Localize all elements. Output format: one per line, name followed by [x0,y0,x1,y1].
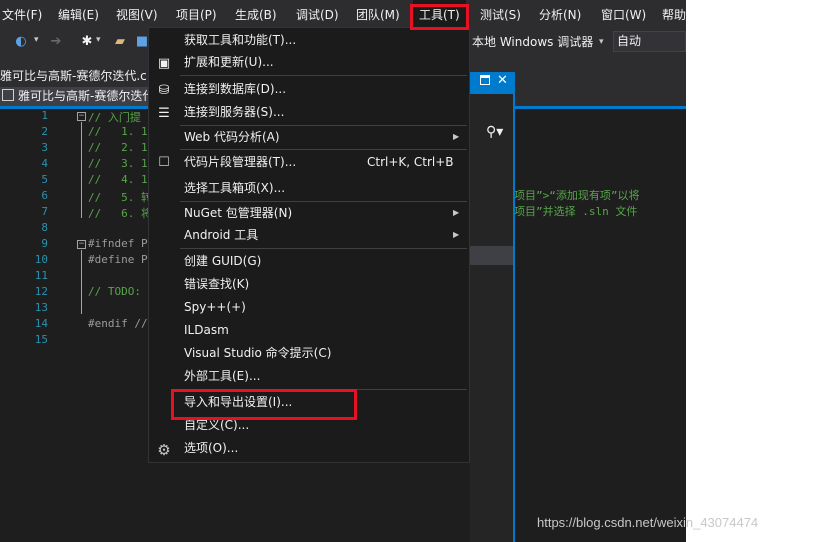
code-line: // 1. 1 [88,125,148,138]
menu-extensions[interactable]: 扩展和更新(U)... [184,51,274,73]
line-number-gutter: 1 2 3 4 5 6 7 8 9 10 11 12 13 14 15 [0,109,52,542]
menu-get-tools[interactable]: 获取工具和功能(T)... [184,29,296,51]
code-comment-continuation: 项目”>“添加现有项”以将 [514,189,640,202]
line-number: 8 [41,221,48,234]
code-line: #ifndef P [88,237,148,250]
line-number: 12 [34,285,48,298]
line-number: 9 [41,237,48,250]
code-line: #endif // [88,317,148,330]
menu-choose-toolbox-items[interactable]: 选择工具箱项(X)... [184,177,285,199]
code-line: // 入门提 [88,111,141,124]
close-icon[interactable]: ✕ [497,73,508,88]
server-connect-icon: ☰ [158,106,170,121]
line-number: 10 [34,253,48,266]
menu-edit[interactable]: 编辑(E) [58,0,99,30]
navigation-bar-label: 雅可比与高斯-赛德尔迭代 [18,89,148,103]
menu-vs-command-prompt[interactable]: Visual Studio 命令提示(C) [184,342,331,364]
maximize-icon[interactable] [480,75,490,85]
navigate-forward-icon[interactable]: ➔ [48,34,64,50]
menu-options[interactable]: 选项(O)... [184,437,238,459]
submenu-arrow-icon: ▶ [453,208,460,217]
line-number: 2 [41,125,48,138]
navigate-back-icon[interactable]: ◐ [13,34,29,50]
import-export-highlight-box [171,389,357,420]
menu-separator [180,75,467,76]
menu-team[interactable]: 团队(M) [356,0,400,30]
menu-connect-server[interactable]: 连接到服务器(S)... [184,101,284,123]
snippet-manager-shortcut: Ctrl+K, Ctrl+B [367,155,454,169]
new-project-caret[interactable]: ▾ [96,35,101,45]
menu-external-tools[interactable]: 外部工具(E)... [184,365,260,387]
code-line: // 4. 1 [88,173,148,186]
menu-connect-database[interactable]: 连接到数据库(D)... [184,78,286,100]
watermark-url: https://blog.csdn.net/weixin_43074474 [537,515,759,530]
debugger-caret[interactable]: ▾ [599,30,604,54]
fold-guide [81,122,82,218]
menu-create-guid[interactable]: 创建 GUID(G) [184,250,261,272]
project-icon [2,89,14,101]
menu-bar: 文件(F) 编辑(E) 视图(V) 项目(P) 生成(B) 调试(D) 团队(M… [0,0,686,30]
line-number: 5 [41,173,48,186]
code-line: // 6. 将 [88,207,152,220]
tools-menu-highlight-box [410,4,469,30]
code-line: // 5. 转 [88,191,152,204]
menu-project[interactable]: 项目(P) [176,0,217,30]
line-number: 4 [41,157,48,170]
menu-build[interactable]: 生成(B) [235,0,277,30]
menu-ildasm[interactable]: ILDasm [184,319,229,341]
menu-file[interactable]: 文件(F) [2,0,42,30]
line-number: 15 [34,333,48,346]
fold-guide [81,250,82,314]
file-tab[interactable]: 雅可比与高斯-赛德尔迭代.c [0,66,148,86]
menu-web-code-analysis[interactable]: Web 代码分析(A) [184,126,280,148]
line-number: 1 [41,109,48,122]
menu-analyze[interactable]: 分析(N) [539,0,581,30]
gear-icon: ⚙ [157,441,171,459]
tool-window-border [513,94,515,542]
menu-separator [180,149,467,150]
local-debugger-button[interactable]: 本地 Windows 调试器 [472,30,593,54]
line-number: 6 [41,189,48,202]
menu-spy[interactable]: Spy++(+) [184,296,246,318]
navigation-bar-project[interactable]: 雅可比与高斯-赛德尔迭代 [0,87,148,106]
submenu-arrow-icon: ▶ [453,230,460,239]
menu-test[interactable]: 测试(S) [480,0,521,30]
fold-collapse-icon[interactable]: − [77,240,86,249]
fold-collapse-icon[interactable]: − [77,112,86,121]
background-tool-window [470,94,513,542]
database-connect-icon: ⛁ [158,83,170,98]
menu-window[interactable]: 窗口(W) [601,0,646,30]
new-project-icon[interactable]: ✱ [79,34,95,50]
menu-error-lookup[interactable]: 错误查找(K) [184,273,249,295]
extensions-icon: ▣ [157,56,171,71]
menu-android-tools[interactable]: Android 工具 [184,224,258,246]
code-line: // 3. 1 [88,157,148,170]
code-line: // 2. 1 [88,141,148,154]
line-number: 7 [41,205,48,218]
line-number: 13 [34,301,48,314]
line-number: 11 [34,269,48,282]
line-number: 3 [41,141,48,154]
menu-help[interactable]: 帮助 [662,0,686,30]
menu-separator [180,248,467,249]
line-number: 14 [34,317,48,330]
tool-window-selected-row [470,246,513,265]
menu-debug[interactable]: 调试(D) [296,0,339,30]
snippet-manager-icon: ☐ [158,155,170,170]
tool-window-title-bar: ✕ [470,72,515,94]
code-line: #define P [88,253,148,266]
code-line: // TODO: [88,285,141,298]
search-icon[interactable]: ⚲▾ [486,124,503,140]
submenu-arrow-icon: ▶ [453,132,460,141]
open-file-icon[interactable]: ▰ [112,34,128,50]
code-comment-continuation: 项目”并选择 .sln 文件 [514,205,638,218]
back-dropdown-caret[interactable]: ▾ [34,35,39,45]
menu-nuget[interactable]: NuGet 包管理器(N) [184,202,292,224]
configuration-select[interactable]: 自动 [613,31,686,52]
menu-snippet-manager[interactable]: 代码片段管理器(T)... [184,151,296,173]
menu-view[interactable]: 视图(V) [116,0,158,30]
